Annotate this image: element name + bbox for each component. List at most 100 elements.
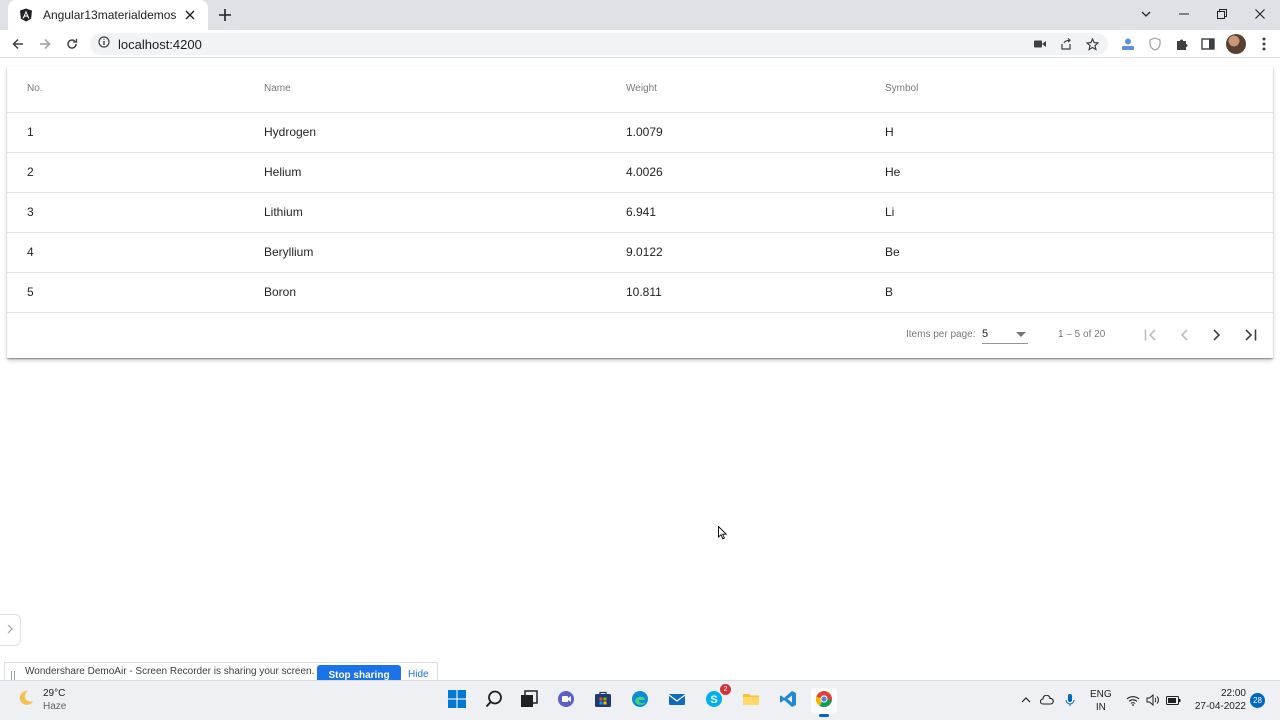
clock-date[interactable]: 27-04-2022	[1188, 700, 1246, 713]
svg-text:S: S	[710, 694, 717, 706]
skype-button[interactable]: S 2	[701, 684, 731, 714]
cell-symbol: Li	[885, 192, 1273, 233]
cell-symbol: B	[885, 272, 1273, 313]
chevron-right-icon[interactable]	[1213, 328, 1221, 344]
dropdown-arrow-icon[interactable]	[1016, 332, 1026, 337]
share-message: Wondershare DemoAir - Screen Recorder is…	[25, 666, 315, 677]
new-tab-button[interactable]	[214, 5, 236, 25]
restore-icon[interactable]	[1204, 0, 1240, 28]
camera-icon[interactable]	[1032, 36, 1048, 52]
page-size-select[interactable]: 5	[982, 324, 1028, 344]
hide-link[interactable]: Hide	[408, 669, 429, 680]
cell-symbol: H	[885, 112, 1273, 153]
browser-tab[interactable]: Angular13materialdemos	[8, 0, 208, 30]
browser-tab-strip: Angular13materialdemos	[0, 0, 1280, 30]
tab-search-icon[interactable]	[1128, 0, 1164, 28]
chrome-icon[interactable]	[815, 690, 833, 713]
mail-button[interactable]	[664, 688, 690, 714]
page-size-value[interactable]: 5	[982, 328, 988, 340]
table-row: 4 Beryllium 9.0122 Be	[7, 232, 1273, 273]
clock-time[interactable]: 22:00	[1188, 687, 1246, 700]
volume-icon[interactable]	[1144, 691, 1162, 709]
shield-extension-icon[interactable]	[1147, 36, 1163, 52]
paginator: Items per page: 5 1 – 5 of 20	[7, 312, 1273, 358]
active-indicator	[819, 714, 829, 717]
first-page-button[interactable]	[1140, 325, 1162, 347]
start-button[interactable]	[444, 688, 470, 714]
chrome-button[interactable]	[811, 688, 837, 717]
cell-name: Hydrogen	[264, 112, 626, 153]
stop-sharing-button[interactable]: Stop sharing	[317, 665, 401, 680]
file-explorer-button[interactable]	[738, 688, 764, 714]
header-no: No.	[7, 66, 264, 113]
minimize-icon[interactable]	[1166, 0, 1202, 28]
vscode-button[interactable]	[775, 688, 801, 714]
extension-profile-icon[interactable]	[1120, 36, 1136, 52]
bookmark-star-icon[interactable]	[1084, 36, 1100, 52]
forward-arrow-icon[interactable]	[35, 34, 55, 54]
last-page-button[interactable]	[1239, 325, 1261, 347]
chevron-left-icon[interactable]	[1180, 328, 1188, 344]
cell-no: 1	[7, 112, 264, 153]
previous-page-button[interactable]	[1173, 325, 1195, 347]
cell-no: 4	[7, 232, 264, 273]
info-icon[interactable]	[98, 35, 110, 53]
notification-count-badge[interactable]: 28	[1250, 693, 1265, 708]
folder-icon[interactable]	[742, 690, 760, 713]
cell-name: Boron	[264, 272, 626, 313]
address-bar[interactable]: localhost:4200	[90, 33, 1108, 55]
clock[interactable]: 22:00 27-04-2022	[1188, 687, 1246, 713]
chat-icon[interactable]	[557, 690, 575, 713]
onedrive-cloud-icon[interactable]	[1038, 691, 1056, 709]
mail-icon[interactable]	[668, 690, 686, 713]
side-panel-toggle[interactable]	[0, 614, 21, 646]
wifi-icon[interactable]	[1124, 691, 1142, 709]
teams-chat-button[interactable]	[553, 688, 579, 714]
next-page-button[interactable]	[1206, 325, 1228, 347]
menu-kebab-icon[interactable]	[1256, 36, 1272, 52]
chevron-right-icon[interactable]	[7, 621, 13, 639]
weather-widget[interactable]: 29°C Haze	[16, 687, 66, 713]
search-icon[interactable]	[485, 690, 503, 713]
cell-no: 2	[7, 152, 264, 193]
mouse-cursor-icon	[718, 525, 728, 545]
region-code[interactable]: IN	[1090, 701, 1112, 714]
cell-no: 5	[7, 272, 264, 313]
windows-logo-icon[interactable]	[448, 689, 466, 713]
table-header-row: No. Name Weight Symbol	[7, 66, 1273, 113]
items-per-page-label: Items per page:	[906, 329, 976, 340]
windows-taskbar: 29°C Haze S 2 ENG IN 22:00 27-04-2022 28	[0, 680, 1280, 720]
edge-icon[interactable]	[631, 690, 649, 713]
language-code[interactable]: ENG	[1090, 688, 1112, 701]
profile-avatar[interactable]	[1226, 34, 1246, 54]
drag-handle-icon[interactable]	[11, 671, 15, 680]
back-arrow-icon[interactable]	[8, 34, 28, 54]
vscode-icon[interactable]	[779, 690, 797, 713]
weather-temperature: 29°C	[43, 688, 66, 699]
extensions-puzzle-icon[interactable]	[1174, 36, 1190, 52]
language-indicator[interactable]: ENG IN	[1090, 688, 1112, 714]
share-icon[interactable]	[1058, 36, 1074, 52]
search-button[interactable]	[481, 688, 507, 714]
cell-symbol: Be	[885, 232, 1273, 273]
last-page-icon[interactable]	[1243, 328, 1257, 344]
task-view-button[interactable]	[516, 688, 542, 714]
close-window-icon[interactable]	[1242, 0, 1278, 28]
battery-icon[interactable]	[1164, 691, 1182, 709]
edge-button[interactable]	[627, 688, 653, 714]
reload-icon[interactable]	[62, 34, 82, 54]
store-icon[interactable]	[594, 690, 612, 713]
microphone-icon[interactable]	[1061, 691, 1079, 709]
close-tab-icon[interactable]	[182, 7, 198, 23]
page-content: No. Name Weight Symbol 1 Hydrogen 1.0079…	[0, 59, 1280, 679]
url-text[interactable]: localhost:4200	[118, 37, 202, 52]
angular-logo-icon	[18, 7, 34, 23]
store-button[interactable]	[590, 688, 616, 714]
table-row: 2 Helium 4.0026 He	[7, 152, 1273, 193]
task-view-icon[interactable]	[520, 689, 538, 713]
show-hidden-icons-chevron-up-icon[interactable]	[1017, 691, 1035, 709]
skype-badge: 2	[720, 684, 731, 695]
first-page-icon[interactable]	[1144, 328, 1158, 344]
side-panel-icon[interactable]	[1200, 36, 1216, 52]
table-row: 3 Lithium 6.941 Li	[7, 192, 1273, 233]
